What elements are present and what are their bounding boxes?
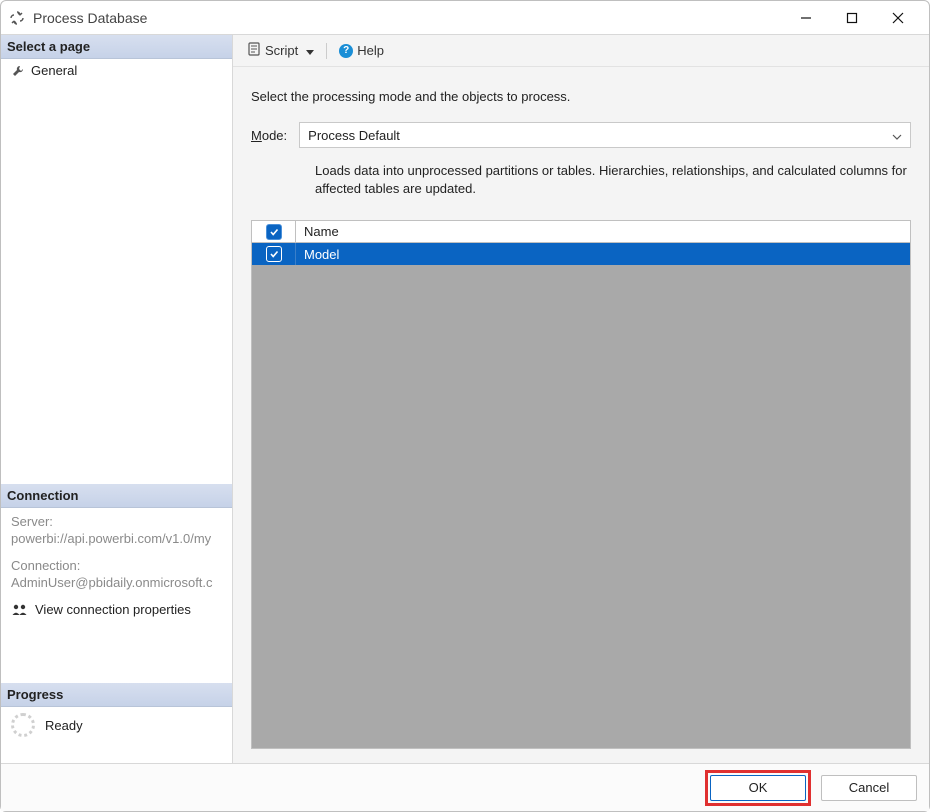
column-header-name[interactable]: Name [296,221,910,242]
mode-label: Mode: [251,128,287,143]
progress-status: Ready [45,718,83,733]
mode-dropdown[interactable]: Process Default [299,122,911,148]
server-value: powerbi://api.powerbi.com/v1.0/my [11,531,222,546]
objects-table: Name Model [251,220,911,749]
ok-button[interactable]: OK [710,775,806,801]
help-label: Help [357,43,384,58]
left-navigation-panel: Select a page General Connection Server:… [1,35,233,763]
content-area: Select the processing mode and the objec… [233,67,929,763]
toolbar-separator [326,43,327,59]
minimize-button[interactable] [783,4,829,32]
connection-header: Connection [1,484,232,508]
script-icon [247,42,261,59]
row-checkbox[interactable] [266,246,282,262]
progress-header: Progress [1,683,232,707]
help-button[interactable]: ? Help [335,41,388,60]
wrench-icon [11,64,25,78]
server-info: Server: powerbi://api.powerbi.com/v1.0/m… [1,508,232,552]
title-bar: Process Database [1,1,929,35]
dialog-footer: OK Cancel [1,763,929,811]
dropdown-arrow-icon [306,43,314,58]
connection-value: AdminUser@pbidaily.onmicrosoft.c [11,575,222,590]
help-icon: ? [339,44,353,58]
view-connection-properties-link[interactable]: View connection properties [1,596,232,623]
table-empty-area [252,265,910,748]
table-header-row: Name [252,221,910,243]
server-label: Server: [11,514,222,529]
view-connection-properties-label: View connection properties [35,602,191,617]
script-label: Script [265,43,298,58]
cancel-button[interactable]: Cancel [821,775,917,801]
chevron-down-icon [892,128,902,143]
window-title: Process Database [33,10,147,26]
page-general[interactable]: General [1,59,232,82]
page-general-label: General [31,63,77,78]
progress-block: Ready [1,707,232,743]
connection-label: Connection: [11,558,222,573]
toolbar: Script ? Help [233,35,929,67]
connection-info: Connection: AdminUser@pbidaily.onmicroso… [1,552,232,596]
script-button[interactable]: Script [243,40,318,61]
instruction-text: Select the processing mode and the objec… [251,89,911,104]
process-database-icon [9,10,25,26]
mode-description: Loads data into unprocessed partitions o… [315,162,911,198]
select-page-header: Select a page [1,35,232,59]
select-all-checkbox[interactable] [266,224,282,240]
main-content-panel: Script ? Help Select the processing mode… [233,35,929,763]
mode-selected-value: Process Default [308,128,400,143]
users-icon [11,603,29,617]
ok-button-highlight: OK [705,770,811,806]
dialog-window: Process Database Select a page General C… [0,0,930,812]
row-name: Model [296,243,910,265]
table-row[interactable]: Model [252,243,910,265]
progress-spinner-icon [11,713,35,737]
maximize-button[interactable] [829,4,875,32]
close-button[interactable] [875,4,921,32]
